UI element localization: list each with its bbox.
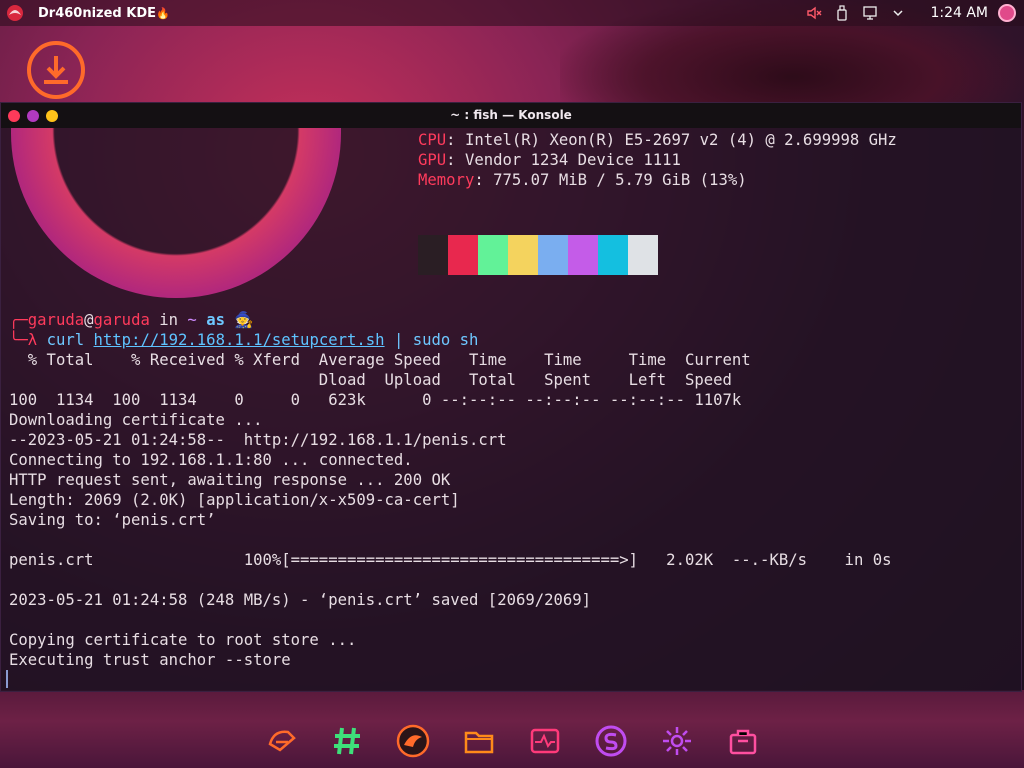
prompt-in: in: [149, 311, 188, 329]
memory-value: : 775.07 MiB / 5.79 GiB (13%): [474, 171, 747, 189]
usb-device-icon[interactable]: [831, 2, 853, 24]
settings-icon[interactable]: [657, 721, 697, 761]
prompt-line: ╭─garuda@garuda in ~ as 🧙: [9, 311, 254, 329]
system-tray: 1:24 AM: [800, 0, 1024, 26]
cpu-line: CPU: Intel(R) Xeon(R) E5-2697 v2 (4) @ 2…: [418, 130, 897, 150]
wizard-icon: 🧙: [234, 311, 254, 329]
command-curl: curl: [46, 331, 85, 349]
output-line: Connecting to 192.168.1.1:80 ... connect…: [9, 451, 413, 469]
output-line: 2023-05-21 01:24:58 (248 MB/s) - ‘penis.…: [9, 591, 592, 609]
output-line: HTTP request sent, awaiting response ...…: [9, 471, 451, 489]
text-cursor: [6, 670, 8, 688]
color-swatch: [598, 235, 628, 275]
dock: [0, 714, 1024, 768]
cpu-label: CPU: [418, 131, 447, 149]
curl-header-1: % Total % Received % Xferd Average Speed…: [9, 351, 751, 369]
memory-line: Memory: 775.07 MiB / 5.79 GiB (13%): [418, 170, 747, 190]
prompt-user: garuda: [27, 311, 85, 329]
color-swatch: [538, 235, 568, 275]
output-line: Saving to: ‘penis.crt’: [9, 511, 216, 529]
clock[interactable]: 1:24 AM: [930, 5, 988, 21]
window-title: ~ : fish — Konsole: [450, 108, 572, 122]
package-icon[interactable]: [723, 721, 763, 761]
color-swatch: [628, 235, 658, 275]
fire-icon: 🔥: [156, 6, 170, 20]
curl-header-2: Dload Upload Total Spent Left Speed: [9, 371, 732, 389]
output-line: --2023-05-21 01:24:58-- http://192.168.1…: [9, 431, 507, 449]
prompt-dir: ~: [187, 311, 197, 329]
lambda-icon: λ: [27, 331, 38, 349]
window-titlebar[interactable]: ~ : fish — Konsole: [1, 103, 1021, 128]
prompt-at: @: [84, 311, 94, 329]
user-avatar[interactable]: [998, 4, 1016, 22]
prompt-as: as: [196, 311, 235, 329]
gpu-value: : Vendor 1234 Device 1111: [446, 151, 681, 169]
command-url: http://192.168.1.1/setupcert.sh: [93, 331, 385, 349]
active-app-title[interactable]: Dr460nized KDE🔥: [38, 6, 170, 21]
chevron-down-icon[interactable]: [887, 2, 909, 24]
garuda-logo-icon[interactable]: [4, 2, 26, 24]
memory-label: Memory: [418, 171, 475, 189]
hashtag-icon[interactable]: [327, 721, 367, 761]
output-line: Length: 2069 (2.0K) [application/x-x509-…: [9, 491, 460, 509]
download-progress-line: penis.crt 100%[=========================…: [9, 551, 892, 569]
volume-muted-icon[interactable]: [803, 2, 825, 24]
download-icon[interactable]: [26, 40, 86, 100]
color-swatch: [568, 235, 598, 275]
folder-icon[interactable]: [459, 721, 499, 761]
output-line: Copying certificate to root store ...: [9, 631, 357, 649]
gpu-line: GPU: Vendor 1234 Device 1111: [418, 150, 681, 170]
terminal-area[interactable]: CPU: Intel(R) Xeon(R) E5-2697 v2 (4) @ 2…: [1, 128, 1021, 691]
output-line: Downloading certificate ...: [9, 411, 263, 429]
color-swatch: [508, 235, 538, 275]
top-panel: Dr460nized KDE🔥 1:24 AM: [0, 0, 1024, 26]
color-swatch: [478, 235, 508, 275]
garuda-launcher-icon[interactable]: [261, 721, 301, 761]
output-line: Executing trust anchor --store: [9, 651, 291, 669]
prompt-host: garuda: [93, 311, 150, 329]
color-swatch: [418, 235, 448, 275]
gpu-label: GPU: [418, 151, 447, 169]
command-pipe: | sudo sh: [384, 331, 479, 349]
color-swatch: [448, 235, 478, 275]
dragon-icon[interactable]: [393, 721, 433, 761]
distro-logo-ascii: [11, 128, 341, 298]
curl-progress: 100 1134 100 1134 0 0 623k 0 --:--:-- --…: [9, 391, 742, 409]
cpu-value: : Intel(R) Xeon(R) E5-2697 v2 (4) @ 2.69…: [446, 131, 897, 149]
konsole-window[interactable]: ~ : fish — Konsole CPU: Intel(R) Xeon(R)…: [0, 102, 1022, 692]
system-monitor-icon[interactable]: [525, 721, 565, 761]
app-title-text: Dr460nized KDE: [38, 5, 157, 21]
snapshot-icon[interactable]: [591, 721, 631, 761]
command-line: ╰─λ curl http://192.168.1.1/setupcert.sh…: [9, 331, 479, 349]
network-icon[interactable]: [859, 2, 881, 24]
